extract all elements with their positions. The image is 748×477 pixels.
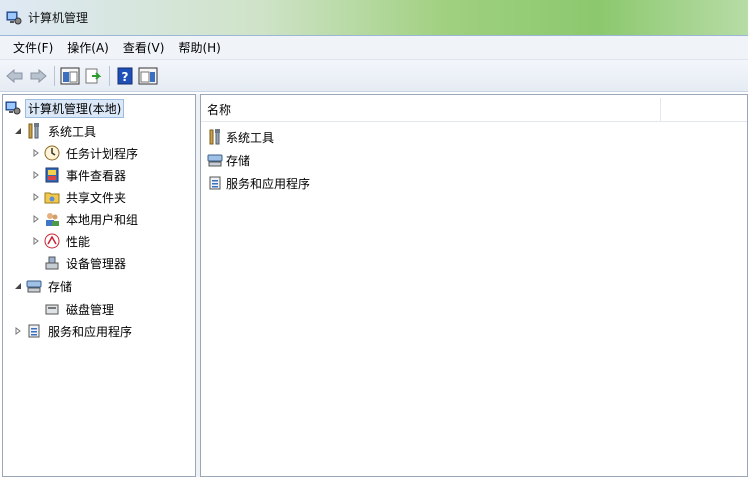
computer-management-icon xyxy=(6,10,22,26)
toolbar-separator xyxy=(54,65,55,86)
event-viewer-icon xyxy=(44,167,60,183)
back-button[interactable] xyxy=(5,66,25,86)
back-arrow-icon xyxy=(6,68,23,83)
tree-item-label: 计算机管理(本地) xyxy=(25,98,125,118)
tree-item-disk-management[interactable]: 磁盘管理 xyxy=(44,299,116,319)
tools-icon xyxy=(207,129,223,145)
toolbar-separator xyxy=(109,65,110,86)
list-item[interactable]: 系统工具 xyxy=(207,127,274,147)
tree-item-root[interactable]: 计算机管理(本地) xyxy=(5,98,125,118)
menu-bar: 文件(F) 操作(A) 查看(V) 帮助(H) xyxy=(0,36,748,60)
results-list-pane[interactable]: 名称 系统工具 存储 服务和应用程序 xyxy=(200,94,748,477)
list-column-header: 名称 xyxy=(201,98,747,122)
expand-triangle-icon[interactable] xyxy=(31,214,41,224)
toolbar: ? xyxy=(0,60,748,92)
computer-management-icon xyxy=(5,100,21,116)
tree-item-label: 任务计划程序 xyxy=(66,146,139,161)
tree-item-label: 设备管理器 xyxy=(66,256,127,271)
list-item[interactable]: 服务和应用程序 xyxy=(207,173,310,193)
users-icon xyxy=(44,211,60,227)
expand-triangle-icon[interactable] xyxy=(31,236,41,246)
show-hide-tree-button[interactable] xyxy=(60,66,80,86)
tree-item-services-apps[interactable]: 服务和应用程序 xyxy=(13,321,134,341)
services-icon xyxy=(26,323,42,339)
tree-item-label: 存储 xyxy=(48,279,73,294)
services-icon xyxy=(207,175,223,191)
console-tree-icon xyxy=(60,67,80,84)
performance-icon xyxy=(44,233,60,249)
tree-item-label: 服务和应用程序 xyxy=(48,324,133,339)
tree-item-device-manager[interactable]: 设备管理器 xyxy=(44,253,128,273)
tree-item-task-scheduler[interactable]: 任务计划程序 xyxy=(31,143,140,163)
forward-button[interactable] xyxy=(28,66,48,86)
tree-item-event-viewer[interactable]: 事件查看器 xyxy=(31,165,128,185)
tree-item-system-tools[interactable]: 系统工具 xyxy=(13,121,98,141)
show-action-pane-button[interactable] xyxy=(138,66,158,86)
export-icon xyxy=(85,68,102,83)
storage-icon xyxy=(207,152,223,168)
title-bar: 计算机管理 xyxy=(0,0,748,36)
shared-folder-icon xyxy=(44,189,60,205)
column-header-name[interactable]: 名称 xyxy=(201,98,661,121)
window-title: 计算机管理 xyxy=(28,11,89,25)
tree-item-label: 磁盘管理 xyxy=(66,302,115,317)
list-item-label: 存储 xyxy=(226,153,251,168)
tree-item-label: 系统工具 xyxy=(48,124,97,139)
tree-item-label: 性能 xyxy=(66,234,91,249)
device-manager-icon xyxy=(44,255,60,271)
menu-file[interactable]: 文件(F) xyxy=(6,37,60,59)
forward-arrow-icon xyxy=(30,68,47,83)
help-button[interactable]: ? xyxy=(115,66,135,86)
storage-icon xyxy=(26,278,42,294)
export-list-button[interactable] xyxy=(83,66,103,86)
tree-item-local-users-groups[interactable]: 本地用户和组 xyxy=(31,209,140,229)
expand-triangle-icon[interactable] xyxy=(31,192,41,202)
console-tree-pane[interactable]: 计算机管理(本地) 系统工具 任务计划程序 事件查看器 共享文件夹 本地用户和组… xyxy=(2,94,196,477)
collapse-triangle-icon[interactable] xyxy=(13,126,23,136)
action-pane-icon xyxy=(138,67,158,84)
list-item-label: 系统工具 xyxy=(226,130,275,145)
tree-item-label: 事件查看器 xyxy=(66,168,127,183)
expand-triangle-icon[interactable] xyxy=(31,170,41,180)
tree-item-shared-folders[interactable]: 共享文件夹 xyxy=(31,187,128,207)
disk-management-icon xyxy=(44,301,60,317)
expand-triangle-icon[interactable] xyxy=(13,326,23,336)
tree-item-performance[interactable]: 性能 xyxy=(31,231,92,251)
tree-item-label: 本地用户和组 xyxy=(66,212,139,227)
tree-item-storage[interactable]: 存储 xyxy=(13,276,74,296)
help-icon: ? xyxy=(117,67,133,84)
collapse-triangle-icon[interactable] xyxy=(13,281,23,291)
list-item-label: 服务和应用程序 xyxy=(226,176,311,191)
menu-view[interactable]: 查看(V) xyxy=(116,37,172,59)
tools-icon xyxy=(26,123,42,139)
menu-action[interactable]: 操作(A) xyxy=(60,37,116,59)
svg-text:?: ? xyxy=(122,70,129,84)
expand-triangle-icon[interactable] xyxy=(31,148,41,158)
menu-help[interactable]: 帮助(H) xyxy=(171,37,227,59)
tree-item-label: 共享文件夹 xyxy=(66,190,127,205)
clock-icon xyxy=(44,145,60,161)
list-item[interactable]: 存储 xyxy=(207,150,250,170)
